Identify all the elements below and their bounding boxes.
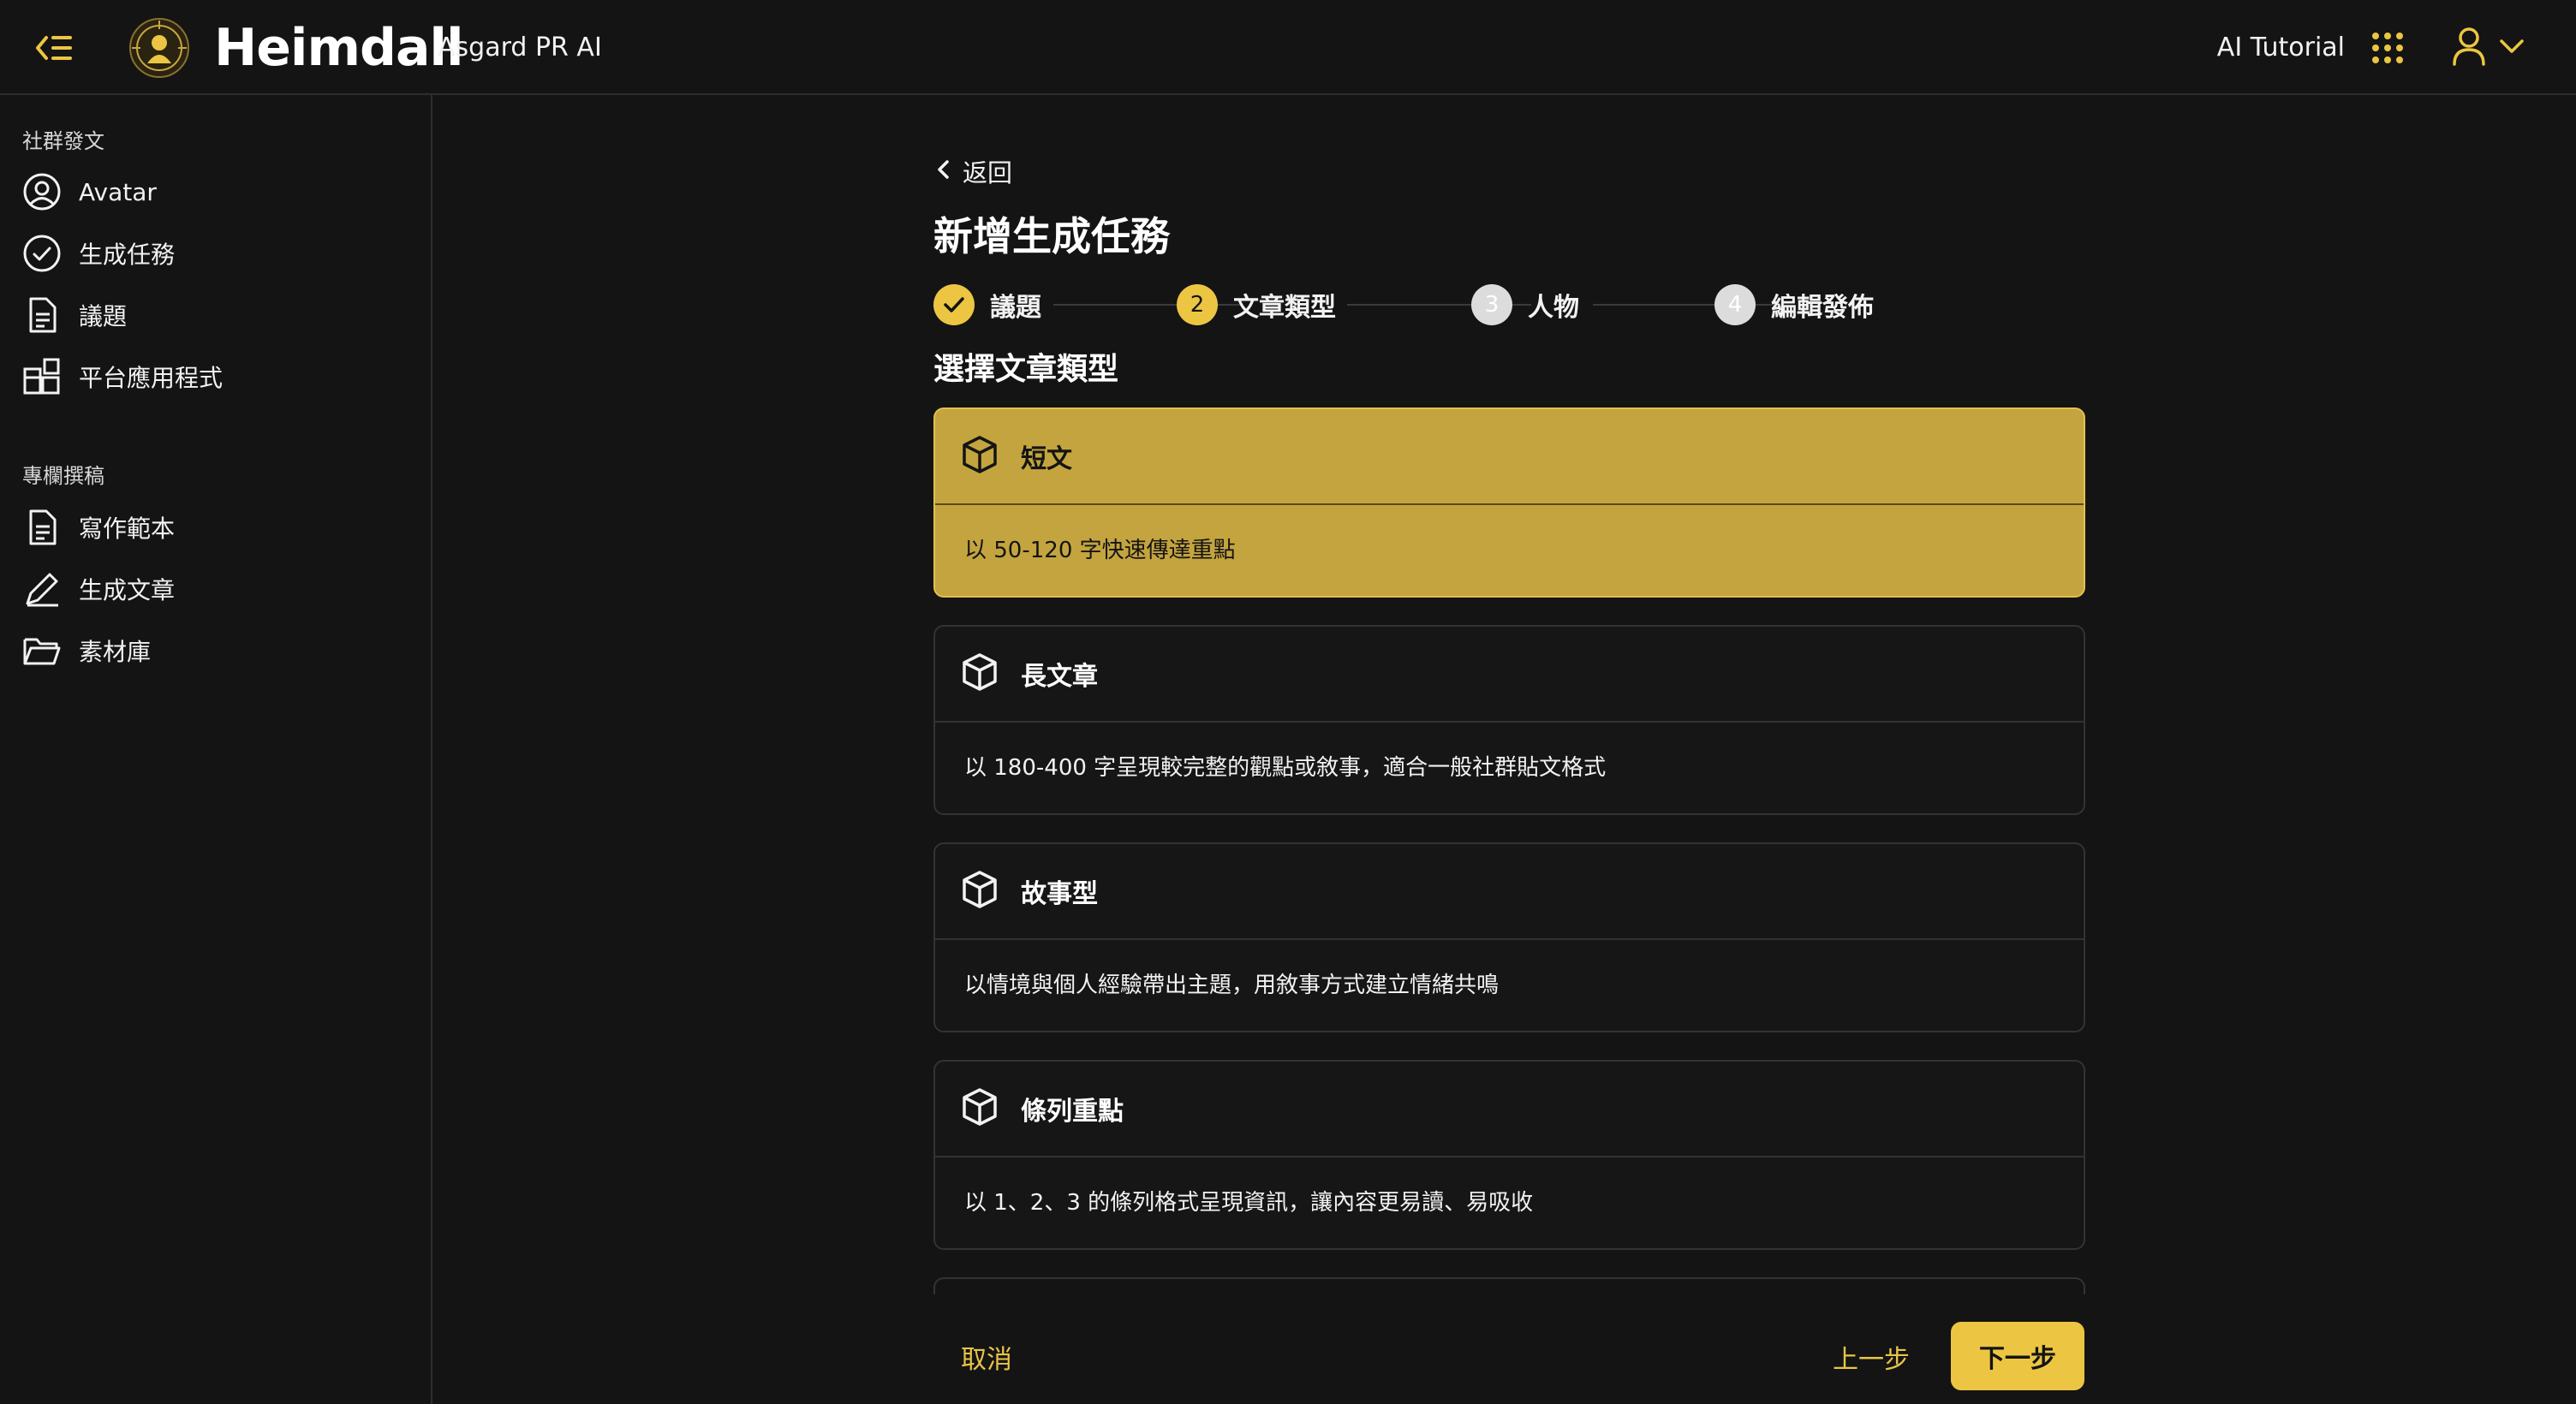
sidebar-item-label: Avatar: [79, 177, 157, 206]
step-person[interactable]: 3 人物: [1471, 284, 1579, 325]
option-header: 長文章: [935, 627, 2084, 723]
option-title: 故事型: [1021, 879, 1098, 909]
top-header: Heimdall Asgard PR AI AI Tutorial: [0, 0, 2576, 95]
option-header: 故事型: [935, 844, 2084, 940]
sidebar-item-writing-templates[interactable]: 寫作範本: [22, 503, 408, 552]
sidebar-item-label: 寫作範本: [79, 515, 176, 543]
option-description: 以 50-120 字快速傳達重點: [964, 538, 1236, 563]
option-short-post[interactable]: 短文 以 50-120 字快速傳達重點: [933, 408, 2085, 598]
option-description: 以 1、2、3 的條列格式呈現資訊，讓內容更易讀、易吸收: [964, 1190, 1534, 1216]
sidebar-section-column: 專欄撰稿: [22, 464, 104, 488]
user-circle-icon: [22, 172, 62, 211]
sidebar-item-label: 平台應用程式: [79, 364, 224, 392]
sidebar-item-asset-library[interactable]: 素材庫: [22, 626, 408, 675]
chevron-down-icon: [2499, 38, 2525, 58]
option-long-article[interactable]: 長文章 以 180-400 字呈現較完整的觀點或敘事，適合一般社群貼文格式: [933, 625, 2085, 815]
check-icon: [933, 284, 975, 325]
sidebar-item-generate-task[interactable]: 生成任務: [22, 229, 408, 278]
option-header: 條列重點: [935, 1062, 2084, 1157]
cube-icon: [961, 1087, 999, 1130]
brand-subtitle: Asgard PR AI: [438, 33, 602, 62]
document-icon: [22, 508, 62, 547]
sidebar-item-avatar[interactable]: Avatar: [22, 167, 408, 217]
option-card-partial[interactable]: [933, 1277, 2085, 1294]
cube-icon: [961, 435, 999, 478]
document-icon: [22, 295, 62, 335]
sidebar-item-generate-article[interactable]: 生成文章: [22, 564, 408, 614]
option-description: 以情境與個人經驗帶出主題，用敘事方式建立情緒共鳴: [964, 973, 1500, 998]
step-label: 文章類型: [1233, 293, 1336, 323]
option-title: 條列重點: [1021, 1097, 1124, 1127]
pen-icon: [22, 569, 62, 609]
option-story[interactable]: 故事型 以情境與個人經驗帶出主題，用敘事方式建立情緒共鳴: [933, 842, 2085, 1032]
step-label: 編輯發佈: [1771, 293, 1874, 323]
back-link[interactable]: 返回: [935, 154, 1012, 188]
step-label: 人物: [1528, 293, 1579, 323]
chevron-left-icon: [935, 158, 951, 184]
option-title: 短文: [1021, 444, 1072, 474]
sidebar-item-label: 生成文章: [79, 576, 176, 604]
heimdall-logo: [128, 17, 190, 79]
step-edit-publish[interactable]: 4 編輯發佈: [1714, 284, 1874, 325]
sidebar-item-label: 素材庫: [79, 638, 152, 666]
sidebar: 社群發文 Avatar 生成任務 議題 平台應用程式 專欄撰稿 寫作範本 生成文…: [0, 95, 432, 1404]
back-label: 返回: [963, 158, 1013, 187]
sidebar-section-social: 社群發文: [22, 129, 104, 153]
cube-icon: [961, 870, 999, 913]
next-step-button[interactable]: 下一步: [1951, 1322, 2084, 1390]
sidebar-item-label: 議題: [79, 302, 128, 330]
user-menu[interactable]: [2451, 26, 2537, 70]
previous-step-button[interactable]: 上一步: [1833, 1338, 1910, 1376]
step-number: 2: [1177, 284, 1218, 325]
cube-icon: [961, 652, 999, 695]
option-header: 短文: [935, 409, 2084, 505]
step-topic[interactable]: 議題: [933, 284, 1041, 325]
option-title: 長文章: [1021, 662, 1098, 692]
page-title: 新增生成任務: [933, 213, 1170, 259]
collapse-menu-icon[interactable]: [31, 26, 75, 70]
brand-name: Heimdall: [214, 18, 464, 78]
progress-stepper: 議題 2 文章類型 3 人物 4 編輯發佈: [933, 284, 1918, 325]
step-number: 4: [1714, 284, 1756, 325]
folder-icon: [22, 631, 62, 670]
section-title: 選擇文章類型: [933, 352, 1119, 387]
sidebar-item-platform-apps[interactable]: 平台應用程式: [22, 352, 408, 402]
apps-grid-icon: [22, 357, 62, 396]
user-icon: [2451, 27, 2487, 69]
sidebar-item-topics[interactable]: 議題: [22, 290, 408, 340]
check-circle-icon: [22, 234, 62, 273]
apps-grid-icon[interactable]: [2370, 31, 2405, 65]
option-description: 以 180-400 字呈現較完整的觀點或敘事，適合一般社群貼文格式: [964, 755, 1607, 781]
step-label: 議題: [990, 293, 1041, 323]
step-article-type[interactable]: 2 文章類型: [1177, 284, 1336, 325]
sidebar-item-label: 生成任務: [79, 241, 176, 269]
cancel-button[interactable]: 取消: [961, 1338, 1012, 1376]
step-number: 3: [1471, 284, 1512, 325]
ai-tutorial-link[interactable]: AI Tutorial: [2217, 29, 2345, 67]
option-bullet-points[interactable]: 條列重點 以 1、2、3 的條列格式呈現資訊，讓內容更易讀、易吸收: [933, 1060, 2085, 1250]
